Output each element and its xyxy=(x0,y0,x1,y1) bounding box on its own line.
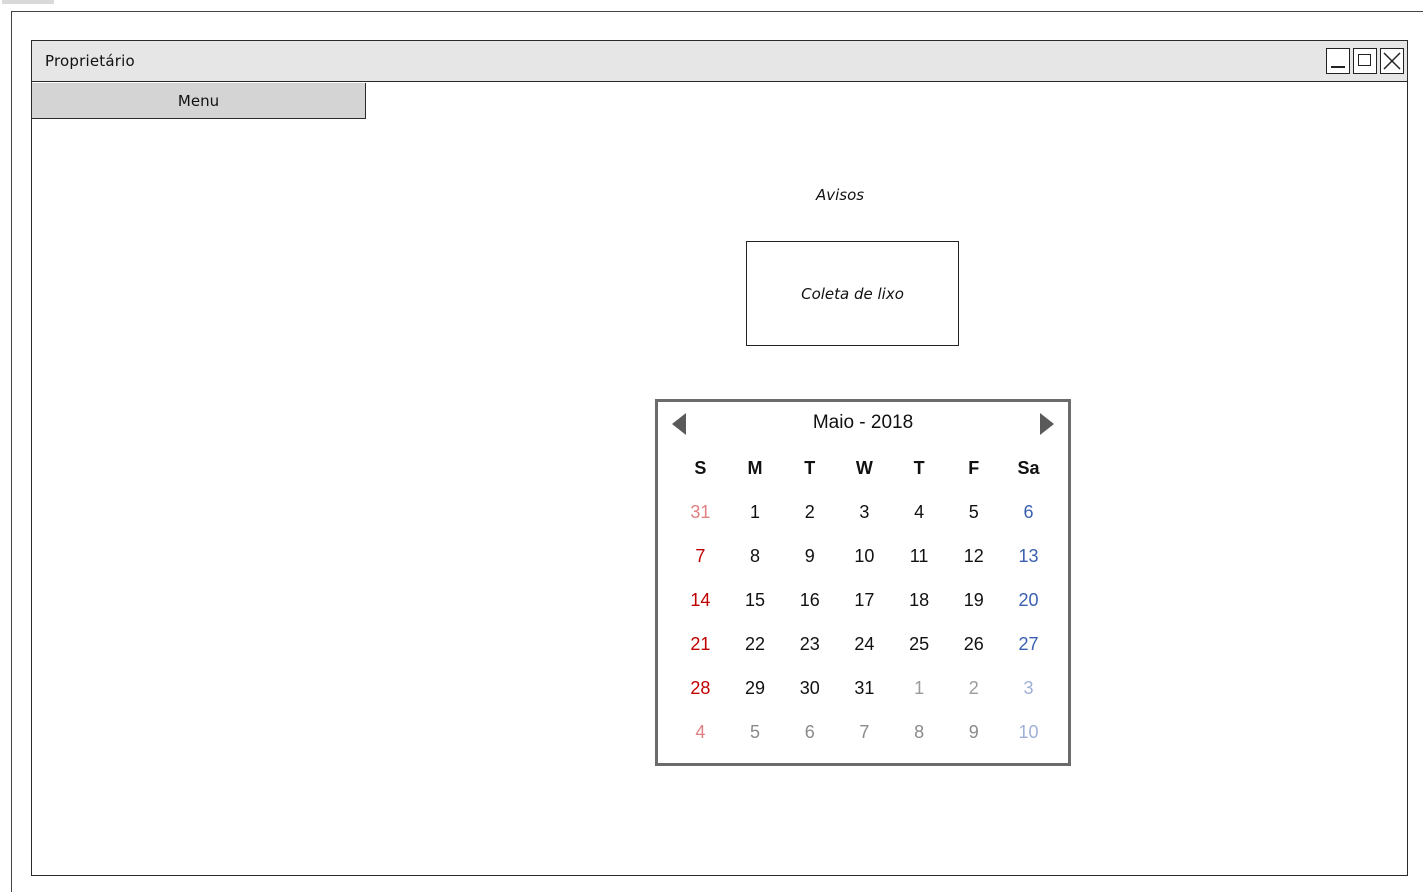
minimize-icon[interactable] xyxy=(1326,48,1350,74)
weekday-row: S M T W T F Sa xyxy=(673,446,1056,490)
calendar-day[interactable]: 31 xyxy=(837,678,892,699)
calendar-day[interactable]: 2 xyxy=(946,678,1001,699)
weekday-label: M xyxy=(747,457,763,478)
calendar-day[interactable]: 8 xyxy=(892,722,947,743)
calendar-day[interactable]: 3 xyxy=(837,502,892,523)
calendar-day[interactable]: 20 xyxy=(1001,590,1056,611)
title-bar: Proprietário xyxy=(32,41,1407,82)
calendar-day[interactable]: 16 xyxy=(782,590,837,611)
weekday-label: T xyxy=(804,457,816,478)
calendar-day[interactable]: 3 xyxy=(1001,678,1056,699)
calendar-header: Maio - 2018 xyxy=(658,402,1068,446)
weekday-label: F xyxy=(968,457,980,478)
calendar-week-row: 28 29 30 31 1 2 3 xyxy=(673,666,1056,710)
calendar-day[interactable]: 28 xyxy=(673,678,728,699)
calendar-day[interactable]: 7 xyxy=(837,722,892,743)
calendar-day[interactable]: 30 xyxy=(782,678,837,699)
calendar-day[interactable]: 9 xyxy=(946,722,1001,743)
calendar-day[interactable]: 21 xyxy=(673,634,728,655)
calendar-day[interactable]: 13 xyxy=(1001,546,1056,567)
maximize-icon[interactable] xyxy=(1353,48,1377,74)
calendar-day[interactable]: 29 xyxy=(728,678,783,699)
calendar-grid: S M T W T F Sa 31 1 2 3 4 5 6 7 8 9 10 11 12 13 14 15 16 17 18 19… xyxy=(673,446,1056,754)
calendar-day[interactable]: 10 xyxy=(1001,722,1056,743)
notice-label: Coleta de lixo xyxy=(801,284,904,303)
calendar-day[interactable]: 23 xyxy=(782,634,837,655)
calendar-week-row: 31 1 2 3 4 5 6 xyxy=(673,490,1056,534)
calendar-day[interactable]: 6 xyxy=(782,722,837,743)
calendar-day[interactable]: 1 xyxy=(728,502,783,523)
calendar-week-row: 21 22 23 24 25 26 27 xyxy=(673,622,1056,666)
calendar-month-title: Maio - 2018 xyxy=(812,412,914,433)
calendar-day[interactable]: 14 xyxy=(673,590,728,611)
calendar-day[interactable]: 7 xyxy=(673,546,728,567)
weekday-label: W xyxy=(855,457,873,478)
calendar: Maio - 2018 S M T W T F Sa 31 1 2 3 4 5 6 7 8 9 10 11 12 13… xyxy=(655,399,1071,766)
calendar-day[interactable]: 2 xyxy=(782,502,837,523)
calendar-day[interactable]: 27 xyxy=(1001,634,1056,655)
calendar-day[interactable]: 26 xyxy=(946,634,1001,655)
calendar-day[interactable]: 4 xyxy=(892,502,947,523)
weekday-label: S xyxy=(694,457,707,478)
calendar-day[interactable]: 15 xyxy=(728,590,783,611)
calendar-day[interactable]: 24 xyxy=(837,634,892,655)
calendar-day[interactable]: 11 xyxy=(892,546,947,567)
window-title: Proprietário xyxy=(45,52,135,70)
close-icon[interactable] xyxy=(1380,48,1404,74)
calendar-day[interactable]: 5 xyxy=(946,502,1001,523)
calendar-day[interactable]: 5 xyxy=(728,722,783,743)
calendar-day[interactable]: 1 xyxy=(892,678,947,699)
calendar-day[interactable]: 17 xyxy=(837,590,892,611)
triangle-right-icon[interactable] xyxy=(1038,412,1056,436)
window-controls xyxy=(1326,48,1404,74)
weekday-label: Sa xyxy=(1017,457,1040,478)
notices-heading: Avisos xyxy=(816,186,865,204)
calendar-week-row: 4 5 6 7 8 9 10 xyxy=(673,710,1056,754)
calendar-day[interactable]: 4 xyxy=(673,722,728,743)
calendar-day[interactable]: 10 xyxy=(837,546,892,567)
calendar-day[interactable]: 6 xyxy=(1001,502,1056,523)
calendar-day[interactable]: 12 xyxy=(946,546,1001,567)
calendar-day[interactable]: 8 xyxy=(728,546,783,567)
calendar-day[interactable]: 18 xyxy=(892,590,947,611)
calendar-day[interactable]: 25 xyxy=(892,634,947,655)
calendar-day[interactable]: 19 xyxy=(946,590,1001,611)
calendar-week-row: 7 8 9 10 11 12 13 xyxy=(673,534,1056,578)
weekday-label: T xyxy=(913,457,925,478)
calendar-day[interactable]: 9 xyxy=(782,546,837,567)
notice-card[interactable]: Coleta de lixo xyxy=(746,241,959,346)
corner-mark xyxy=(2,0,54,4)
calendar-week-row: 14 15 16 17 18 19 20 xyxy=(673,578,1056,622)
calendar-day[interactable]: 22 xyxy=(728,634,783,655)
menu-button[interactable]: Menu xyxy=(32,83,366,119)
calendar-day[interactable]: 31 xyxy=(673,502,728,523)
